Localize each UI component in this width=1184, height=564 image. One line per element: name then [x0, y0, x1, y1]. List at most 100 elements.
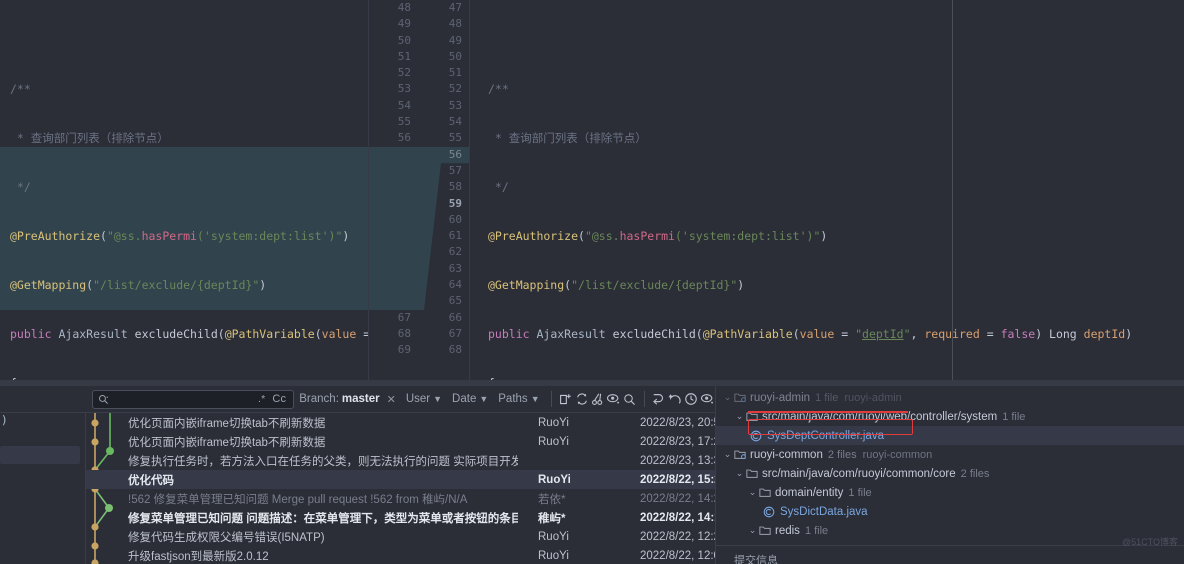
commit-date: 2022/8/22, 14:19 [640, 511, 715, 524]
code-line: */ [10, 180, 31, 195]
tree-node-label: redis [775, 524, 800, 537]
history-icon[interactable] [683, 386, 699, 413]
search-field-wrapper[interactable]: .* Cc [92, 389, 295, 409]
tree-node-count: 1 file [1002, 410, 1026, 423]
preview-icon[interactable] [699, 386, 715, 413]
intellij-diff-and-git-log-window: /** * 查询部门列表（排除节点） */ @PreAuthorize("@ss… [0, 0, 1184, 564]
commit-subject: 优化页面内嵌iframe切换tab不刷新数据 [128, 436, 326, 449]
table-row[interactable]: 修复菜单管理已知问题 问题描述：在菜单管理下，类型为菜单或者按钮的条目 稚屿* … [86, 508, 715, 527]
chevron-down-icon[interactable]: ⌄ [746, 525, 759, 536]
commit-subject: !562 修复菜单管理已知问题 Merge pull request !562 … [128, 493, 468, 506]
commit-author: 稚屿* [538, 512, 566, 525]
search-input[interactable] [113, 393, 255, 405]
regex-toggle[interactable]: .* [258, 393, 265, 405]
tree-node-module[interactable]: ⌄ ruoyi-admin 1 file ruoyi-admin [716, 388, 1184, 407]
commit-author: 若依* [538, 493, 566, 506]
tree-node-module-name: ruoyi-common [862, 448, 933, 461]
java-class-icon [750, 430, 762, 442]
diff-left-code[interactable]: /** * 查询部门列表（排除节点） */ @PreAuthorize("@ss… [0, 0, 368, 380]
diff-right-pane[interactable]: /** * 查询部门列表（排除节点） */ @PreAuthorize("@ss… [470, 0, 1184, 380]
code-line: /** [10, 82, 31, 97]
date-filter-label: Date [452, 393, 477, 405]
commit-author: RuoYi [538, 549, 569, 562]
tree-node-count: 1 file [815, 391, 839, 404]
table-row[interactable]: !562 修复菜单管理已知问题 Merge pull request !562 … [86, 489, 715, 508]
code-line: * 查询部门列表（排除节点） [488, 131, 647, 146]
search-icon[interactable] [622, 386, 638, 413]
commit-log-section: .* Cc Branch: master ✕ User ▼ Date ▼ Pat… [86, 386, 715, 564]
changed-files-tree[interactable]: ⌄ ruoyi-admin 1 file ruoyi-admin ⌄ src/m… [716, 386, 1184, 537]
folder-icon [759, 525, 771, 536]
compare-branches-icon[interactable] [590, 386, 606, 413]
commit-subject: 修复代码生成权限父编号错误(I5NATP) [128, 531, 325, 544]
paths-filter[interactable]: Paths ▼ [493, 386, 544, 413]
diff-viewer: /** * 查询部门列表（排除节点） */ @PreAuthorize("@ss… [0, 0, 1184, 380]
tree-node-folder[interactable]: ⌄ domain/entity 1 file [716, 483, 1184, 502]
close-icon[interactable]: ✕ [387, 393, 396, 406]
chevron-down-icon[interactable]: ⌄ [746, 487, 759, 498]
commit-author: RuoYi [538, 416, 569, 429]
revert-icon[interactable] [667, 386, 683, 413]
new-tab-icon[interactable] [557, 386, 573, 413]
tree-node-file[interactable]: SysDictData.java [716, 502, 1184, 521]
match-case-toggle[interactable]: Cc [272, 393, 286, 405]
refresh-icon[interactable] [574, 386, 590, 413]
commit-date: 2022/8/23, 20:59 [640, 416, 715, 429]
table-row[interactable]: 优化代码 RuoYi 2022/8/22, 15:27 [86, 470, 715, 489]
stub-code-fragment: n) [0, 413, 8, 427]
search-icon [98, 394, 109, 405]
tree-node-module[interactable]: ⌄ ruoyi-common 2 files ruoyi-common [716, 445, 1184, 464]
paths-filter-label: Paths [498, 393, 528, 405]
chevron-down-icon: ▼ [530, 394, 540, 404]
tree-node-label: ruoyi-common [750, 448, 823, 461]
date-filter[interactable]: Date ▼ [447, 386, 493, 413]
chevron-down-icon[interactable]: ⌄ [721, 392, 734, 403]
table-row[interactable]: 修复代码生成权限父编号错误(I5NATP) RuoYi 2022/8/22, 1… [86, 527, 715, 546]
chevron-down-icon: ▼ [433, 394, 443, 404]
commit-list[interactable]: 优化页面内嵌iframe切换tab不刷新数据 RuoYi 2022/8/23, … [86, 413, 715, 564]
watermark: @51CTO博客 [1122, 537, 1178, 547]
chevron-down-icon[interactable]: ⌄ [733, 411, 746, 422]
show-diff-preview-icon[interactable] [606, 386, 622, 413]
gutter-new-numbers: 47 48 49 50 51 52 53 54 55 56 57 58 59 60 61 62 63 6… [448, 1, 462, 357]
table-row[interactable]: 升级fastjson到最新版2.0.12 RuoYi 2022/8/22, 12… [86, 546, 715, 564]
chevron-down-icon[interactable]: ⌄ [733, 468, 746, 479]
commit-date: 2022/8/22, 12:04 [640, 549, 715, 562]
branch-filter-value: master [341, 393, 380, 405]
commit-merge-note: Merge pull request !562 from 稚屿/N/A [271, 493, 468, 506]
table-row[interactable]: 优化页面内嵌iframe切换tab不刷新数据 RuoYi 2022/8/23, … [86, 413, 715, 432]
code-line: * 查询部门列表（排除节点） [10, 131, 169, 146]
code-line: @GetMapping("/list/exclude/{deptId}") [488, 278, 745, 293]
tree-node-file[interactable]: SysDeptController.java [716, 426, 1184, 445]
commit-author: RuoYi [538, 435, 569, 448]
tree-node-count: 1 file [848, 486, 872, 499]
chevron-down-icon[interactable]: ⌄ [721, 449, 734, 460]
module-icon [734, 392, 746, 403]
diff-right-code[interactable]: /** * 查询部门列表（排除节点） */ @PreAuthorize("@ss… [470, 0, 1184, 380]
table-row[interactable]: 优化页面内嵌iframe切换tab不刷新数据 RuoYi 2022/8/23, … [86, 432, 715, 451]
jump-to-source-icon[interactable] [651, 386, 667, 413]
commit-subject: 修复菜单管理已知问题 问题描述：在菜单管理下，类型为菜单或者按钮的条目 [128, 512, 518, 525]
diff-left-pane[interactable]: /** * 查询部门列表（排除节点） */ @PreAuthorize("@ss… [0, 0, 368, 380]
table-row[interactable]: 修复执行任务时，若方法入口在任务的父类，则无法执行的问题 实际项目开发捏造的信仰… [86, 451, 715, 470]
branch-filter[interactable]: Branch: master ✕ [294, 386, 401, 413]
tree-node-folder[interactable]: ⌄ src/main/java/com/ruoyi/common/core 2 … [716, 464, 1184, 483]
left-sidebar-stub: n) [0, 386, 86, 564]
commit-date: 2022/8/23, 17:29 [640, 435, 715, 448]
folder-icon [759, 487, 771, 498]
folder-icon [746, 468, 758, 479]
stub-selected-item[interactable] [0, 446, 80, 464]
annotation-underline-path [748, 411, 908, 413]
tree-node-folder[interactable]: ⌄ redis 1 file [716, 521, 1184, 537]
git-log-toolbar: .* Cc Branch: master ✕ User ▼ Date ▼ Pat… [86, 386, 715, 413]
tree-node-label: SysDictData.java [780, 505, 868, 518]
user-filter[interactable]: User ▼ [401, 386, 447, 413]
tree-node-folder[interactable]: ⌄ src/main/java/com/ruoyi/web/controller… [716, 407, 1184, 426]
commit-subject: 修复执行任务时，若方法入口在任务的父类，则无法执行的问题 实际项目开发捏造的信仰… [128, 455, 518, 468]
tree-node-module-name: ruoyi-admin [844, 391, 902, 404]
code-line: /** [488, 82, 509, 97]
tree-node-label: src/main/java/com/ruoyi/common/core [762, 467, 956, 480]
tree-node-count: 2 files [827, 448, 857, 461]
